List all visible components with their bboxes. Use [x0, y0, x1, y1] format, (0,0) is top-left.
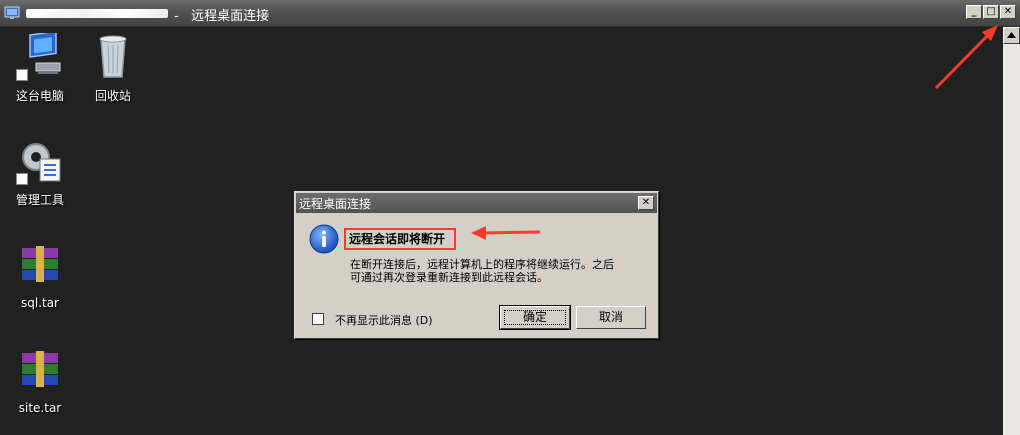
shortcut-arrow-icon — [16, 69, 28, 81]
desktop-icon-label: 这台电脑 — [15, 89, 64, 103]
archive-icon — [16, 242, 64, 290]
cancel-button-label: 取消 — [598, 310, 623, 324]
desktop-icon-label: 管理工具 — [15, 193, 64, 207]
shortcut-arrow-icon — [16, 173, 28, 185]
dont-show-again-label[interactable]: 不再显示此消息 (D) — [335, 312, 433, 328]
desktop-icon-admin-tools[interactable]: 管理工具 — [0, 137, 80, 208]
dont-show-again-checkbox[interactable] — [312, 313, 324, 325]
close-icon: ✕ — [641, 197, 651, 208]
dialog-heading: 远程会话即将断开 — [344, 228, 456, 250]
dialog-message-line: 可通过再次登录重新连接到此远程会话。 — [350, 271, 548, 284]
vertical-scrollbar[interactable] — [1003, 27, 1020, 435]
minimize-button[interactable]: _ — [966, 5, 982, 19]
info-icon — [309, 224, 339, 254]
window-title: 远程桌面连接 — [191, 9, 270, 24]
dialog-close-button[interactable]: ✕ — [638, 196, 654, 210]
maximize-button[interactable]: □ — [983, 5, 999, 19]
desktop-icon-this-pc[interactable]: 这台电脑 — [0, 30, 80, 104]
title-separator: - — [174, 9, 179, 24]
computer-icon — [16, 30, 64, 81]
dialog-message: 在断开连接后，远程计算机上的程序将继续运行。之后 可通过再次登录重新连接到此远程… — [350, 258, 614, 284]
dialog-message-line: 在断开连接后，远程计算机上的程序将继续运行。之后 — [350, 258, 614, 271]
close-button[interactable]: ✕ — [1000, 5, 1016, 19]
archive-icon — [16, 347, 64, 395]
ok-button[interactable]: 确定 — [499, 305, 571, 330]
maximize-icon: □ — [986, 6, 996, 17]
desktop-icon-site-tar[interactable]: site.tar — [0, 347, 80, 415]
cancel-button[interactable]: 取消 — [576, 306, 646, 329]
remote-desktop-icon — [4, 6, 20, 19]
desktop-icon-recycle-bin[interactable]: 回收站 — [73, 33, 153, 104]
recycle-bin-icon — [89, 33, 137, 81]
dialog-title: 远程桌面连接 — [299, 197, 372, 211]
disconnect-dialog: 远程桌面连接 ✕ 远程会话即将断开 在断开连接后，远程计算机上的程序将继续运行。… — [294, 191, 659, 339]
arrow-up-icon — [1007, 32, 1016, 38]
desktop-icon-sql-tar[interactable]: sql.tar — [0, 242, 80, 310]
desktop-icon-label: site.tar — [18, 401, 62, 415]
desktop-icon-label: sql.tar — [20, 296, 59, 310]
scroll-up-button[interactable] — [1003, 27, 1020, 44]
focus-ring — [504, 310, 566, 325]
redacted-host — [26, 9, 168, 18]
dialog-titlebar[interactable]: 远程桌面连接 ✕ — [296, 193, 657, 213]
close-icon: ✕ — [1003, 6, 1013, 17]
minimize-icon: _ — [971, 6, 977, 17]
admin-tools-icon — [16, 137, 64, 185]
window-titlebar[interactable]: - 远程桌面连接 _ □ ✕ — [0, 0, 1020, 27]
desktop-icon-label: 回收站 — [94, 89, 131, 103]
